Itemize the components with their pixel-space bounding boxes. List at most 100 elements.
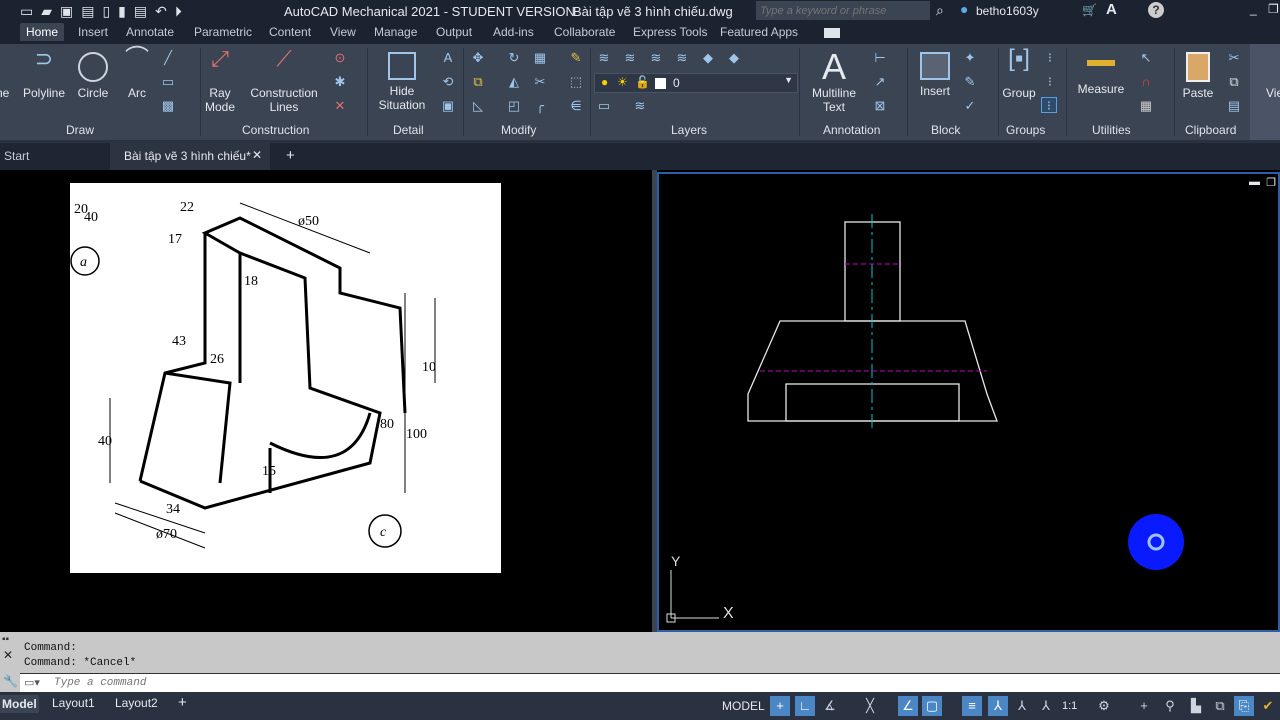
paste-special-icon[interactable]: ▤ — [1226, 98, 1242, 114]
layer-properties-icon[interactable]: ≋ — [596, 50, 612, 66]
layer-iso-icon[interactable]: ≋ — [648, 50, 664, 66]
start-tab[interactable]: Start — [4, 149, 29, 163]
object-snap-icon[interactable]: ▢ — [922, 696, 942, 716]
scale-dropdown[interactable]: 1:1 — [1062, 700, 1077, 712]
offset-icon[interactable]: ⋹ — [568, 98, 584, 114]
move-icon[interactable]: ✥ — [470, 50, 486, 66]
autodesk-a-icon[interactable]: A — [1106, 1, 1117, 18]
calculator-icon[interactable]: ▦ — [1138, 98, 1154, 114]
user-icon[interactable]: ● — [960, 1, 968, 17]
model-space-button[interactable]: MODEL — [722, 699, 765, 713]
tab-add-ins[interactable]: Add-ins — [493, 25, 534, 39]
insert-button[interactable]: Insert — [914, 52, 956, 98]
clipboard-panel-label[interactable]: Clipboard — [1185, 123, 1236, 137]
tab-content[interactable]: Content — [269, 25, 311, 39]
paste-button[interactable]: Paste — [1180, 52, 1216, 100]
rotate-text-icon[interactable]: ⟲ — [440, 74, 456, 90]
erase-icon[interactable]: ✎ — [568, 50, 584, 66]
quick-access-toolbar[interactable]: ▭▰▣▤▯▮▤↶⏵ — [20, 3, 190, 20]
group-selection-icon[interactable]: ⁝ — [1041, 97, 1057, 113]
table-icon[interactable]: ⊠ — [872, 98, 888, 114]
annotation-visibility-icon[interactable]: ⅄ — [988, 696, 1008, 716]
scale-icon[interactable]: ◰ — [506, 98, 522, 114]
layer-state-icon[interactable]: ▭ — [596, 98, 612, 114]
mirror-icon[interactable]: ◭ — [506, 74, 522, 90]
grip-handle[interactable]: ▪▪ — [2, 634, 9, 645]
annotation-scale-icon[interactable]: ⅄ — [1036, 696, 1056, 716]
multiline-text-button[interactable]: A Multiline Text — [806, 48, 862, 115]
tab-manage[interactable]: Manage — [374, 25, 417, 39]
new-tab-icon[interactable]: + — [286, 147, 295, 164]
restore-icon[interactable]: ❐ — [1268, 2, 1279, 16]
tab-parametric[interactable]: Parametric — [194, 25, 252, 39]
tab-annotate[interactable]: Annotate — [126, 25, 174, 39]
array-icon[interactable]: ▦ — [532, 50, 548, 66]
create-block-icon[interactable]: ✦ — [962, 50, 978, 66]
circle-button[interactable]: Circle — [74, 52, 112, 100]
center-mark-icon[interactable]: ⊙ — [332, 50, 348, 66]
tab-collaborate[interactable]: Collaborate — [554, 25, 615, 39]
snap-icon[interactable]: ∟ — [795, 696, 815, 716]
magnet-icon[interactable]: ∩ — [1138, 74, 1154, 90]
tab-express-tools[interactable]: Express Tools — [633, 25, 707, 39]
leader-icon[interactable]: ↗ — [872, 74, 888, 90]
arc-button[interactable]: ⌒ Arc — [122, 47, 152, 101]
right-viewport[interactable]: ▬ ❐ Y X — [657, 172, 1280, 632]
search-input[interactable] — [756, 1, 930, 20]
model-layout-tab[interactable]: Model — [0, 695, 39, 713]
ribbon-minimize-icon[interactable] — [824, 28, 840, 38]
tab-output[interactable]: Output — [436, 25, 472, 39]
layout1-tab[interactable]: Layout1 — [52, 696, 95, 710]
command-line[interactable]: ▭▾ — [20, 673, 1280, 692]
grid-icon[interactable]: + — [770, 696, 790, 716]
lock-ui-icon[interactable]: ⎘ — [1234, 696, 1254, 716]
customize-wrench-icon[interactable]: 🔧 — [3, 674, 18, 688]
3d-box-icon[interactable]: ⬚ — [568, 74, 584, 90]
ray-mode-button[interactable]: ⤢ Ray Mode — [202, 48, 238, 115]
tab-home[interactable]: Home — [20, 23, 65, 41]
construction-lines-button[interactable]: ⟋ Construction Lines — [246, 48, 322, 115]
polyline-button[interactable]: ⊃ Polyline — [22, 48, 66, 101]
minimize-icon[interactable]: _ — [1250, 2, 1257, 16]
command-input[interactable] — [54, 675, 1054, 691]
osnap-tracking-icon[interactable]: ∠ — [898, 696, 918, 716]
layer-off-icon[interactable]: ◆ — [726, 50, 742, 66]
measure-button[interactable]: Measure — [1074, 52, 1128, 96]
hatch-icon[interactable]: ▩ — [160, 98, 176, 114]
rectangle-icon[interactable]: ▭ — [160, 74, 176, 90]
block-panel-label[interactable]: Block — [931, 123, 960, 137]
autoscale-icon[interactable]: ⅄ — [1012, 696, 1032, 716]
isolate-objects-icon[interactable]: ⧉ — [1210, 696, 1230, 716]
edit-block-icon[interactable]: ✎ — [962, 74, 978, 90]
layer-freeze-icon[interactable]: ◆ — [700, 50, 716, 66]
layer-previous-icon[interactable]: ≋ — [622, 50, 638, 66]
cart-icon[interactable]: 🛒 — [1082, 3, 1097, 17]
view-panel[interactable]: Vie — [1250, 44, 1280, 140]
annotation-panel-label[interactable]: Annotation — [823, 123, 880, 137]
quick-properties-icon[interactable]: ▙ — [1186, 696, 1206, 716]
left-viewport[interactable]: 20 40 22 ø50 17 18 43 26 10 80 100 40 15… — [0, 170, 652, 632]
group-edit-icon[interactable]: ⁝ — [1042, 74, 1058, 90]
layout2-tab[interactable]: Layout2 — [115, 696, 158, 710]
crosshair-icon[interactable]: + — [1134, 696, 1154, 716]
layer-unisolate-icon[interactable]: ≋ — [674, 50, 690, 66]
draw-panel-label[interactable]: Draw — [66, 123, 94, 137]
search-icon[interactable]: ⌕ — [936, 2, 944, 19]
hide-situation-button[interactable]: Hide Situation — [378, 52, 426, 112]
isodraft-icon[interactable]: ╳ — [860, 696, 880, 716]
modify-panel-label[interactable]: Modify — [501, 123, 536, 137]
construction-point-icon[interactable]: ✱ — [332, 74, 348, 90]
detail-panel-label[interactable]: Detail — [393, 123, 424, 137]
help-icon[interactable]: ? — [1148, 2, 1164, 18]
detail-tool-icon[interactable]: ▣ — [440, 98, 456, 114]
utilities-panel-label[interactable]: Utilities — [1092, 123, 1131, 137]
block-attribute-icon[interactable]: ✓ — [962, 98, 978, 114]
delete-construction-icon[interactable]: ✕ — [332, 98, 348, 114]
stretch-icon[interactable]: ◺ — [470, 98, 486, 114]
trim-icon[interactable]: ✂ — [532, 74, 548, 90]
document-tab[interactable]: Bài tập vẽ 3 hình chiếu* ✕ — [110, 143, 270, 170]
tab-featured-apps[interactable]: Featured Apps — [720, 25, 798, 39]
copy-icon[interactable]: ⧉ — [470, 74, 486, 90]
tab-insert[interactable]: Insert — [78, 25, 108, 39]
cut-icon[interactable]: ✂ — [1226, 50, 1242, 66]
